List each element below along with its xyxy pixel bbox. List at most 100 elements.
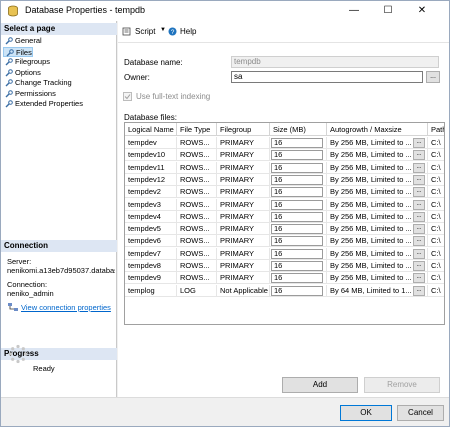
column-header-filegroup[interactable]: Filegroup	[217, 123, 270, 136]
cell-size[interactable]: 16	[270, 210, 327, 223]
table-row[interactable]: tempdev11 ROWS... PRIMARY 16 By 256 MB, Limi…	[125, 161, 444, 174]
table-row[interactable]: tempdev4 ROWS... PRIMARY 16 By 256 MB, Limit…	[125, 210, 444, 223]
cell-autogrowth[interactable]: By 256 MB, Limited to ......	[327, 223, 428, 236]
cell-size[interactable]: 16	[270, 173, 327, 186]
add-button[interactable]: Add	[282, 377, 358, 393]
cancel-button[interactable]: Cancel	[397, 405, 444, 421]
autogrowth-edit-button[interactable]: ...	[413, 211, 425, 222]
cell-autogrowth[interactable]: By 256 MB, Limited to ......	[327, 198, 428, 211]
autogrowth-edit-button[interactable]: ...	[413, 248, 425, 259]
size-input[interactable]: 16	[271, 273, 323, 284]
cell-size[interactable]: 16	[270, 198, 327, 211]
table-row[interactable]: tempdev12 ROWS... PRIMARY 16 By 256 MB, Limi…	[125, 173, 444, 186]
size-input[interactable]: 16	[271, 211, 323, 222]
autogrowth-edit-button[interactable]: ...	[413, 261, 425, 271]
owner-field[interactable]: sa	[231, 71, 423, 83]
table-row[interactable]: tempdev5 ROWS... PRIMARY 16 By 256 MB, Limit…	[125, 223, 444, 236]
cell-autogrowth[interactable]: By 256 MB, Limited to ......	[327, 272, 428, 285]
cell-path: C:\	[428, 260, 444, 272]
column-header-file-type[interactable]: File Type	[177, 123, 217, 136]
autogrowth-edit-button[interactable]: ...	[413, 138, 425, 148]
cell-file-type: ROWS...	[177, 210, 217, 223]
sidebar-item-filegroups[interactable]: Filegroups	[3, 57, 113, 67]
cell-size[interactable]: 16	[270, 247, 327, 260]
cell-size[interactable]: 16	[270, 137, 327, 149]
view-connection-properties-link[interactable]: View connection properties	[21, 303, 111, 312]
size-input[interactable]: 16	[271, 150, 323, 161]
table-row[interactable]: tempdev6 ROWS... PRIMARY 16 By 256 MB, Limit…	[125, 235, 444, 248]
cell-path: C:\	[428, 223, 444, 236]
cell-autogrowth[interactable]: By 256 MB, Limited to ......	[327, 186, 428, 199]
autogrowth-edit-button[interactable]: ...	[413, 199, 425, 210]
sidebar-item-change-tracking[interactable]: Change Tracking	[3, 78, 113, 88]
sidebar-item-label: Extended Properties	[15, 99, 83, 108]
table-row[interactable]: tempdev10 ROWS... PRIMARY 16 By 256 MB, Limi…	[125, 149, 444, 162]
table-row[interactable]: tempdev2 ROWS... PRIMARY 16 By 256 MB, Limit…	[125, 186, 444, 199]
autogrowth-edit-button[interactable]: ...	[413, 236, 425, 247]
cell-autogrowth[interactable]: By 256 MB, Limited to ......	[327, 173, 428, 186]
autogrowth-edit-button[interactable]: ...	[413, 273, 425, 284]
cell-size[interactable]: 16	[270, 284, 327, 297]
table-row[interactable]: tempdev ROWS... PRIMARY 16 By 256 MB, Limite…	[125, 137, 444, 149]
size-input[interactable]: 16	[271, 138, 323, 148]
sidebar-item-general[interactable]: General	[3, 36, 113, 46]
table-row[interactable]: tempdev3 ROWS... PRIMARY 16 By 256 MB, Limit…	[125, 198, 444, 211]
sidebar-item-permissions[interactable]: Permissions	[3, 89, 113, 99]
cell-autogrowth[interactable]: By 256 MB, Limited to ......	[327, 247, 428, 260]
size-input[interactable]: 16	[271, 285, 323, 296]
cell-path: C:\	[428, 199, 444, 211]
cell-size[interactable]: 16	[270, 223, 327, 236]
cell-filegroup: PRIMARY	[217, 260, 270, 272]
cell-size[interactable]: 16	[270, 149, 327, 162]
cell-size[interactable]: 16	[270, 272, 327, 285]
progress-spinner-icon	[8, 344, 28, 364]
size-input[interactable]: 16	[271, 187, 323, 198]
remove-button[interactable]: Remove	[364, 377, 440, 393]
ok-button[interactable]: OK	[340, 405, 392, 421]
close-button[interactable]: ✕	[409, 3, 435, 19]
window-title: Database Properties - tempdb	[25, 5, 146, 15]
size-input[interactable]: 16	[271, 248, 323, 259]
autogrowth-edit-button[interactable]: ...	[413, 150, 425, 161]
table-row[interactable]: tempdev9 ROWS... PRIMARY 16 By 256 MB, Limit…	[125, 272, 444, 285]
size-input[interactable]: 16	[271, 174, 323, 185]
autogrowth-value: By 256 MB, Limited to ...	[330, 162, 412, 172]
maximize-button[interactable]: ☐	[375, 3, 401, 19]
column-header-path[interactable]: Path	[428, 123, 444, 136]
autogrowth-edit-button[interactable]: ...	[413, 174, 425, 185]
cell-size[interactable]: 16	[270, 235, 327, 248]
sidebar-item-files[interactable]: Files	[3, 46, 33, 57]
table-row[interactable]: templog LOG Not Applicable 16 By 64 MB, Limi…	[125, 284, 444, 297]
cell-autogrowth[interactable]: By 256 MB, Limited to ......	[327, 161, 428, 174]
cell-autogrowth[interactable]: By 256 MB, Limited to ......	[327, 137, 428, 149]
table-row[interactable]: tempdev7 ROWS... PRIMARY 16 By 256 MB, Limit…	[125, 247, 444, 260]
autogrowth-edit-button[interactable]: ...	[413, 285, 425, 296]
sidebar-item-extended-properties[interactable]: Extended Properties	[3, 99, 113, 109]
cell-autogrowth[interactable]: By 256 MB, Limited to ......	[327, 210, 428, 223]
cell-size[interactable]: 16	[270, 186, 327, 199]
size-input[interactable]: 16	[271, 261, 323, 271]
owner-browse-button[interactable]: ...	[426, 71, 440, 83]
cell-path: C:\	[428, 149, 444, 162]
size-input[interactable]: 16	[271, 162, 323, 173]
column-header-autogrowth[interactable]: Autogrowth / Maxsize	[327, 123, 428, 136]
column-header-size[interactable]: Size (MB)	[270, 123, 327, 136]
size-input[interactable]: 16	[271, 199, 323, 210]
autogrowth-edit-button[interactable]: ...	[413, 224, 425, 235]
cell-path: C:\	[428, 174, 444, 186]
autogrowth-edit-button[interactable]: ...	[413, 187, 425, 198]
sidebar-item-options[interactable]: Options	[3, 68, 113, 78]
cell-size[interactable]: 16	[270, 161, 327, 174]
column-header-logical-name[interactable]: Logical Name	[125, 123, 177, 136]
table-row[interactable]: tempdev8 ROWS... PRIMARY 16 By 256 MB, Limit…	[125, 260, 444, 272]
cell-autogrowth[interactable]: By 256 MB, Limited to ......	[327, 260, 428, 272]
autogrowth-edit-button[interactable]: ...	[413, 162, 425, 173]
cell-autogrowth[interactable]: By 256 MB, Limited to ......	[327, 235, 428, 248]
chevron-down-icon: ▼	[160, 27, 166, 33]
size-input[interactable]: 16	[271, 236, 323, 247]
size-input[interactable]: 16	[271, 224, 323, 235]
cell-size[interactable]: 16	[270, 260, 327, 272]
cell-autogrowth[interactable]: By 64 MB, Limited to 1......	[327, 284, 428, 297]
minimize-button[interactable]: —	[341, 3, 367, 19]
cell-autogrowth[interactable]: By 256 MB, Limited to ......	[327, 149, 428, 162]
